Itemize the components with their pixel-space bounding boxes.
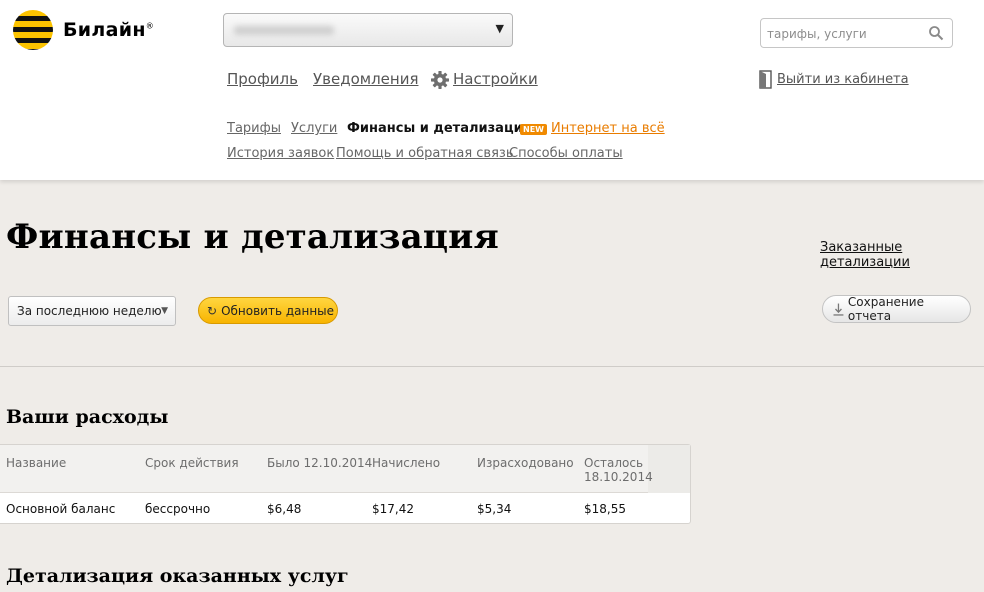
table-cell: $5,34 [477,502,512,516]
chevron-down-icon: ▼ [161,306,168,316]
gear-icon[interactable] [430,70,450,90]
subnav-help[interactable]: Помощь и обратная связь [336,146,514,161]
table-cell: $17,42 [372,502,414,516]
column-header: Срок действия [145,456,239,470]
download-icon [833,303,844,316]
refresh-label: Обновить данные [221,303,335,318]
table-cell: бессрочно [145,502,211,516]
subnav-history[interactable]: История заявок [227,146,334,161]
table-cell: $6,48 [267,502,302,516]
subnav-finance-active[interactable]: Финансы и детализация [347,121,531,136]
period-value: За последнюю неделю [17,304,162,318]
page-title: Финансы и детализация [6,217,499,257]
beeline-logo[interactable]: Билайн® [13,10,154,50]
logout-link[interactable]: Выйти из кабинета [759,70,909,89]
new-badge: NEW [520,124,547,135]
column-header: Название [6,456,67,470]
save-report-label: Сохранение отчета [847,295,924,323]
search-field[interactable] [760,18,953,48]
column-header: Начислено [372,456,441,470]
expenses-heading: Ваши расходы [6,406,169,428]
nav-profile[interactable]: Профиль [227,70,298,88]
column-header: Было 12.10.2014 [267,456,373,470]
logo-icon [13,10,53,50]
nav-notifications[interactable]: Уведомления [313,70,418,88]
phone-number-select[interactable]: ▼ [223,13,513,47]
column-header: Израсходовано [477,456,574,470]
subnav-tariffs[interactable]: Тарифы [227,121,281,136]
period-select[interactable]: За последнюю неделю ▼ [8,296,176,326]
phone-number-blurred [234,26,334,35]
door-exit-icon [759,70,772,89]
site-header: Билайн® ▼ Профиль Уведомления Настройки [0,0,984,180]
search-icon[interactable] [928,25,944,41]
dropdown-arrow-icon: ▼ [495,22,504,35]
details-heading: Детализация оказанных услуг [6,565,349,587]
subnav-internet[interactable]: Интернет на всё [551,121,665,136]
section-divider [0,366,984,367]
refresh-icon: ↻ [207,303,218,318]
save-report-button[interactable]: Сохранение отчета [822,295,971,323]
subnav-payment[interactable]: Способы оплаты [509,146,623,161]
table-header: Название Срок действия Было 12.10.2014 Н… [0,445,690,493]
expenses-table: Название Срок действия Было 12.10.2014 Н… [0,444,691,524]
ordered-details-link[interactable]: Заказанные детализации [820,240,984,270]
table-cell: Основной баланс [6,502,116,516]
column-header: Осталось 18.10.2014 [584,456,653,484]
subnav-services[interactable]: Услуги [291,121,337,136]
refresh-data-button[interactable]: ↻ Обновить данные [198,297,338,324]
nav-settings[interactable]: Настройки [453,70,538,88]
logout-label: Выйти из кабинета [777,72,909,87]
search-input[interactable] [767,25,927,43]
logo-text: Билайн® [63,19,155,41]
table-cell: $18,55 [584,502,626,516]
